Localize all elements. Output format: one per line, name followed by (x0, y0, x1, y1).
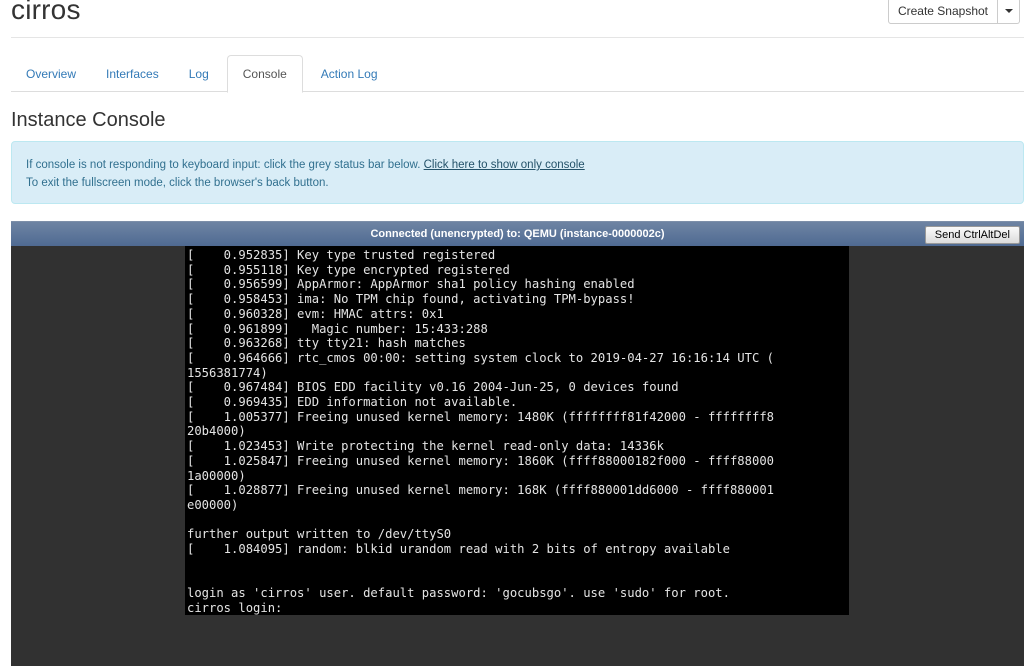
title-divider (11, 37, 1024, 38)
show-only-console-link[interactable]: Click here to show only console (424, 159, 585, 171)
section-title: Instance Console (11, 109, 166, 131)
alert-line-2: To exit the fullscreen mode, click the b… (26, 177, 329, 189)
console-info-alert: If console is not responding to keyboard… (11, 141, 1024, 204)
console-output: [ 0.952835] Key type trusted registered … (187, 248, 774, 615)
console-frame: Connected (unencrypted) to: QEMU (instan… (11, 221, 1024, 666)
page-title: cirros (11, 0, 81, 25)
alert-line-1: If console is not responding to keyboard… (26, 156, 1009, 174)
console-status-bar[interactable]: Connected (unencrypted) to: QEMU (instan… (11, 221, 1024, 246)
alert-text: If console is not responding to keyboard… (26, 159, 421, 171)
actions-dropdown-toggle[interactable] (998, 0, 1020, 24)
send-ctrl-alt-del-button[interactable]: Send CtrlAltDel (924, 226, 1020, 244)
console-screen[interactable]: [ 0.952835] Key type trusted registered … (185, 246, 849, 615)
tab-interfaces[interactable]: Interfaces (91, 55, 174, 92)
create-snapshot-button[interactable]: Create Snapshot (887, 0, 998, 24)
tab-console[interactable]: Console (226, 55, 303, 93)
instance-tabs: Overview Interfaces Log Console Action L… (11, 55, 1024, 93)
instance-actions: Create Snapshot (887, 0, 1020, 24)
tab-overview[interactable]: Overview (11, 55, 91, 92)
chevron-down-icon (1004, 8, 1013, 13)
tab-log[interactable]: Log (174, 55, 224, 92)
console-status-text: Connected (unencrypted) to: QEMU (instan… (370, 228, 665, 240)
tab-action-log[interactable]: Action Log (306, 55, 393, 92)
